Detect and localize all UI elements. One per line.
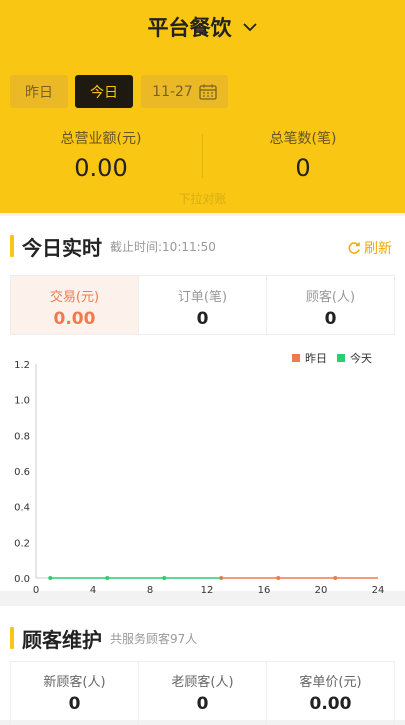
y-tick-label: 0.6 <box>14 467 30 478</box>
stat-value: 0 <box>196 694 209 714</box>
stat-value: 0.00 <box>53 309 96 329</box>
stat-label: 交易(元) <box>49 290 100 305</box>
customer-card: 顾客维护 共服务顾客97人 新顾客(人) 0 老顾客(人) 0 客单价(元) 0… <box>0 606 405 725</box>
customer-header: 顾客维护 共服务顾客97人 <box>10 625 198 652</box>
x-tick-label: 0 <box>33 585 39 596</box>
section-accent <box>10 235 14 257</box>
refresh-button[interactable]: 刷新 <box>347 238 392 258</box>
stat-value: 0 <box>68 694 81 714</box>
y-tick-label: 0.8 <box>14 431 30 442</box>
stat-new-customers[interactable]: 新顾客(人) 0 <box>11 662 139 725</box>
y-tick-label: 0.0 <box>14 574 30 585</box>
x-tick-label: 20 <box>315 585 328 596</box>
data-point-1 <box>48 576 53 580</box>
pull-hint: 下拉对账 <box>178 192 227 206</box>
total-count: 总笔数(笔) 0 <box>203 128 403 182</box>
realtime-chart: 0.0 0.2 0.4 0.6 0.8 1.0 1.2 0 4 8 12 16 20 24 <box>14 360 385 596</box>
x-tick-label: 8 <box>147 585 153 596</box>
cutoff-time: 截止时间:10:11:50 <box>110 239 216 254</box>
refresh-icon <box>348 242 360 254</box>
stat-avg-order[interactable]: 客单价(元) 0.00 <box>267 662 394 725</box>
stat-customers[interactable]: 顾客(人) 0 <box>267 276 394 334</box>
total-revenue-value: 0.00 <box>74 154 128 182</box>
realtime-card: 今日实时 截止时间:10:11:50 刷新 交易(元) 0.00 订单(笔) 0… <box>0 216 405 596</box>
data-point-1 <box>162 576 167 580</box>
data-point-0 <box>333 576 338 580</box>
date-picker-button[interactable]: 11-27 <box>141 75 228 108</box>
store-selector[interactable]: 平台餐饮 <box>0 12 405 42</box>
stat-label: 新顾客(人) <box>43 675 106 690</box>
stat-value: 0 <box>196 309 209 329</box>
stat-label: 顾客(人) <box>305 290 356 305</box>
store-title[interactable]: 平台餐饮 <box>148 12 232 42</box>
stat-returning-customers[interactable]: 老顾客(人) 0 <box>139 662 267 725</box>
tab-yesterday[interactable]: 昨日 <box>10 75 68 108</box>
section-accent <box>10 627 14 649</box>
data-point-1 <box>105 576 110 580</box>
date-label: 11-27 <box>152 83 193 100</box>
tab-today[interactable]: 今日 <box>75 75 133 108</box>
customer-title: 顾客维护 <box>22 627 102 652</box>
data-point-0 <box>276 576 281 580</box>
total-count-label: 总笔数(笔) <box>269 131 337 147</box>
customer-stats: 新顾客(人) 0 老顾客(人) 0 客单价(元) 0.00 <box>10 661 395 725</box>
realtime-header: 今日实时 截止时间:10:11:50 <box>10 233 216 260</box>
total-revenue: 总营业额(元) 0.00 <box>1 128 201 182</box>
y-tick-label: 1.0 <box>14 396 30 407</box>
stat-orders[interactable]: 订单(笔) 0 <box>139 276 267 334</box>
realtime-stats: 交易(元) 0.00 订单(笔) 0 顾客(人) 0 <box>10 275 395 335</box>
realtime-title: 今日实时 <box>22 235 102 260</box>
stat-label: 订单(笔) <box>177 290 228 305</box>
stat-label: 客单价(元) <box>299 675 362 690</box>
y-tick-label: 0.4 <box>14 503 30 514</box>
total-revenue-label: 总营业额(元) <box>60 131 142 147</box>
y-tick-label: 1.2 <box>14 360 30 371</box>
x-tick-label: 12 <box>201 585 214 596</box>
x-tick-label: 24 <box>372 585 385 596</box>
customer-subtitle: 共服务顾客97人 <box>110 631 198 646</box>
y-tick-label: 0.2 <box>14 538 30 549</box>
stat-transactions[interactable]: 交易(元) 0.00 <box>11 276 139 334</box>
x-tick-label: 16 <box>258 585 271 596</box>
x-tick-label: 4 <box>90 585 96 596</box>
stat-label: 老顾客(人) <box>171 675 234 690</box>
stat-value: 0 <box>324 309 337 329</box>
refresh-label: 刷新 <box>364 241 392 257</box>
calendar-icon <box>199 84 217 100</box>
total-count-value: 0 <box>295 154 311 182</box>
header: 平台餐饮 昨日 今日 11-27 总营业额(元) 0.00 总笔数(笔) 0 下… <box>0 0 405 213</box>
stat-value: 0.00 <box>309 694 352 714</box>
chevron-down-icon[interactable] <box>242 19 258 35</box>
